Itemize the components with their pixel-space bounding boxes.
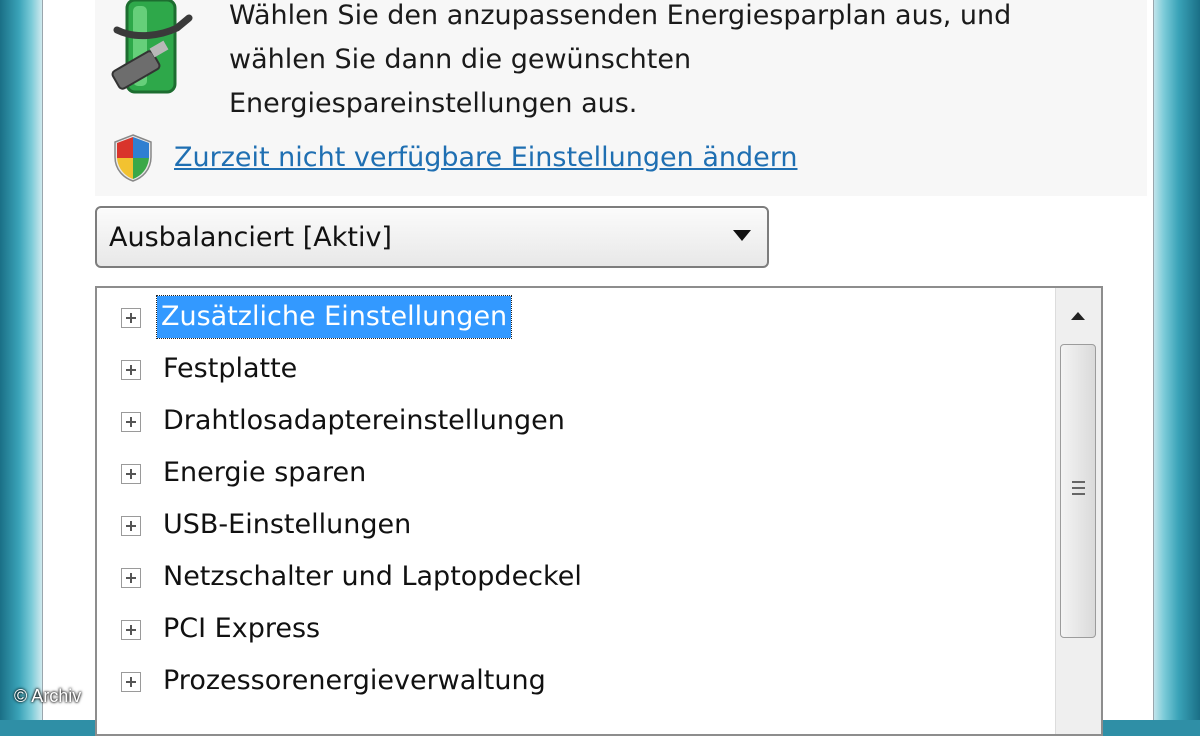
- instruction-line: Wählen Sie den anzupassenden Energiespar…: [229, 0, 1012, 31]
- power-plan-selected-value: Ausbalanciert [Aktiv]: [109, 222, 392, 253]
- expand-plus-icon[interactable]: [121, 568, 141, 588]
- tree-item-label[interactable]: Festplatte: [163, 348, 297, 390]
- instruction-line: Energiespareinstellungen aus.: [229, 88, 638, 119]
- instruction-line: wählen Sie dann die gewünschten: [229, 44, 692, 75]
- advanced-settings-tree[interactable]: Zusätzliche Einstellungen Festplatte Dra…: [95, 286, 1103, 736]
- expand-plus-icon[interactable]: [121, 672, 141, 692]
- battery-plug-icon: [111, 0, 193, 94]
- expand-plus-icon[interactable]: [121, 620, 141, 640]
- tree-item-label[interactable]: USB-Einstellungen: [163, 504, 411, 546]
- tree-item-label[interactable]: Drahtlosadaptereinstellungen: [163, 400, 565, 442]
- tree-item-label[interactable]: Prozessorenergieverwaltung: [163, 660, 546, 702]
- expand-plus-icon[interactable]: [121, 360, 141, 380]
- scroll-up-arrow-icon[interactable]: [1056, 288, 1101, 340]
- tree-item-label[interactable]: PCI Express: [163, 608, 320, 650]
- window-frame-left: [0, 0, 42, 720]
- expand-plus-icon[interactable]: [121, 464, 141, 484]
- instruction-text: Wählen Sie den anzupassenden Energiespar…: [229, 0, 1129, 126]
- copyright-watermark: © Archiv: [14, 686, 82, 706]
- vertical-scrollbar[interactable]: [1055, 288, 1101, 734]
- scroll-thumb[interactable]: [1060, 344, 1096, 638]
- tree-item-label[interactable]: Zusätzliche Einstellungen: [155, 295, 513, 339]
- tree-item-label[interactable]: Energie sparen: [163, 452, 366, 494]
- expand-plus-icon[interactable]: [121, 516, 141, 536]
- tree-item-label[interactable]: Netzschalter und Laptopdeckel: [163, 556, 582, 598]
- power-plan-dropdown[interactable]: Ausbalanciert [Aktiv]: [95, 206, 769, 268]
- expand-plus-icon[interactable]: [121, 308, 141, 328]
- expand-plus-icon[interactable]: [121, 412, 141, 432]
- chevron-down-icon[interactable]: [733, 230, 751, 241]
- window-frame-right: [1152, 0, 1200, 720]
- uac-shield-icon: [114, 134, 152, 182]
- grip-icon: [1072, 481, 1085, 495]
- change-unavailable-settings-link[interactable]: Zurzeit nicht verfügbare Einstellungen ä…: [174, 139, 798, 177]
- power-options-dialog: Wählen Sie den anzupassenden Energiespar…: [42, 0, 1154, 736]
